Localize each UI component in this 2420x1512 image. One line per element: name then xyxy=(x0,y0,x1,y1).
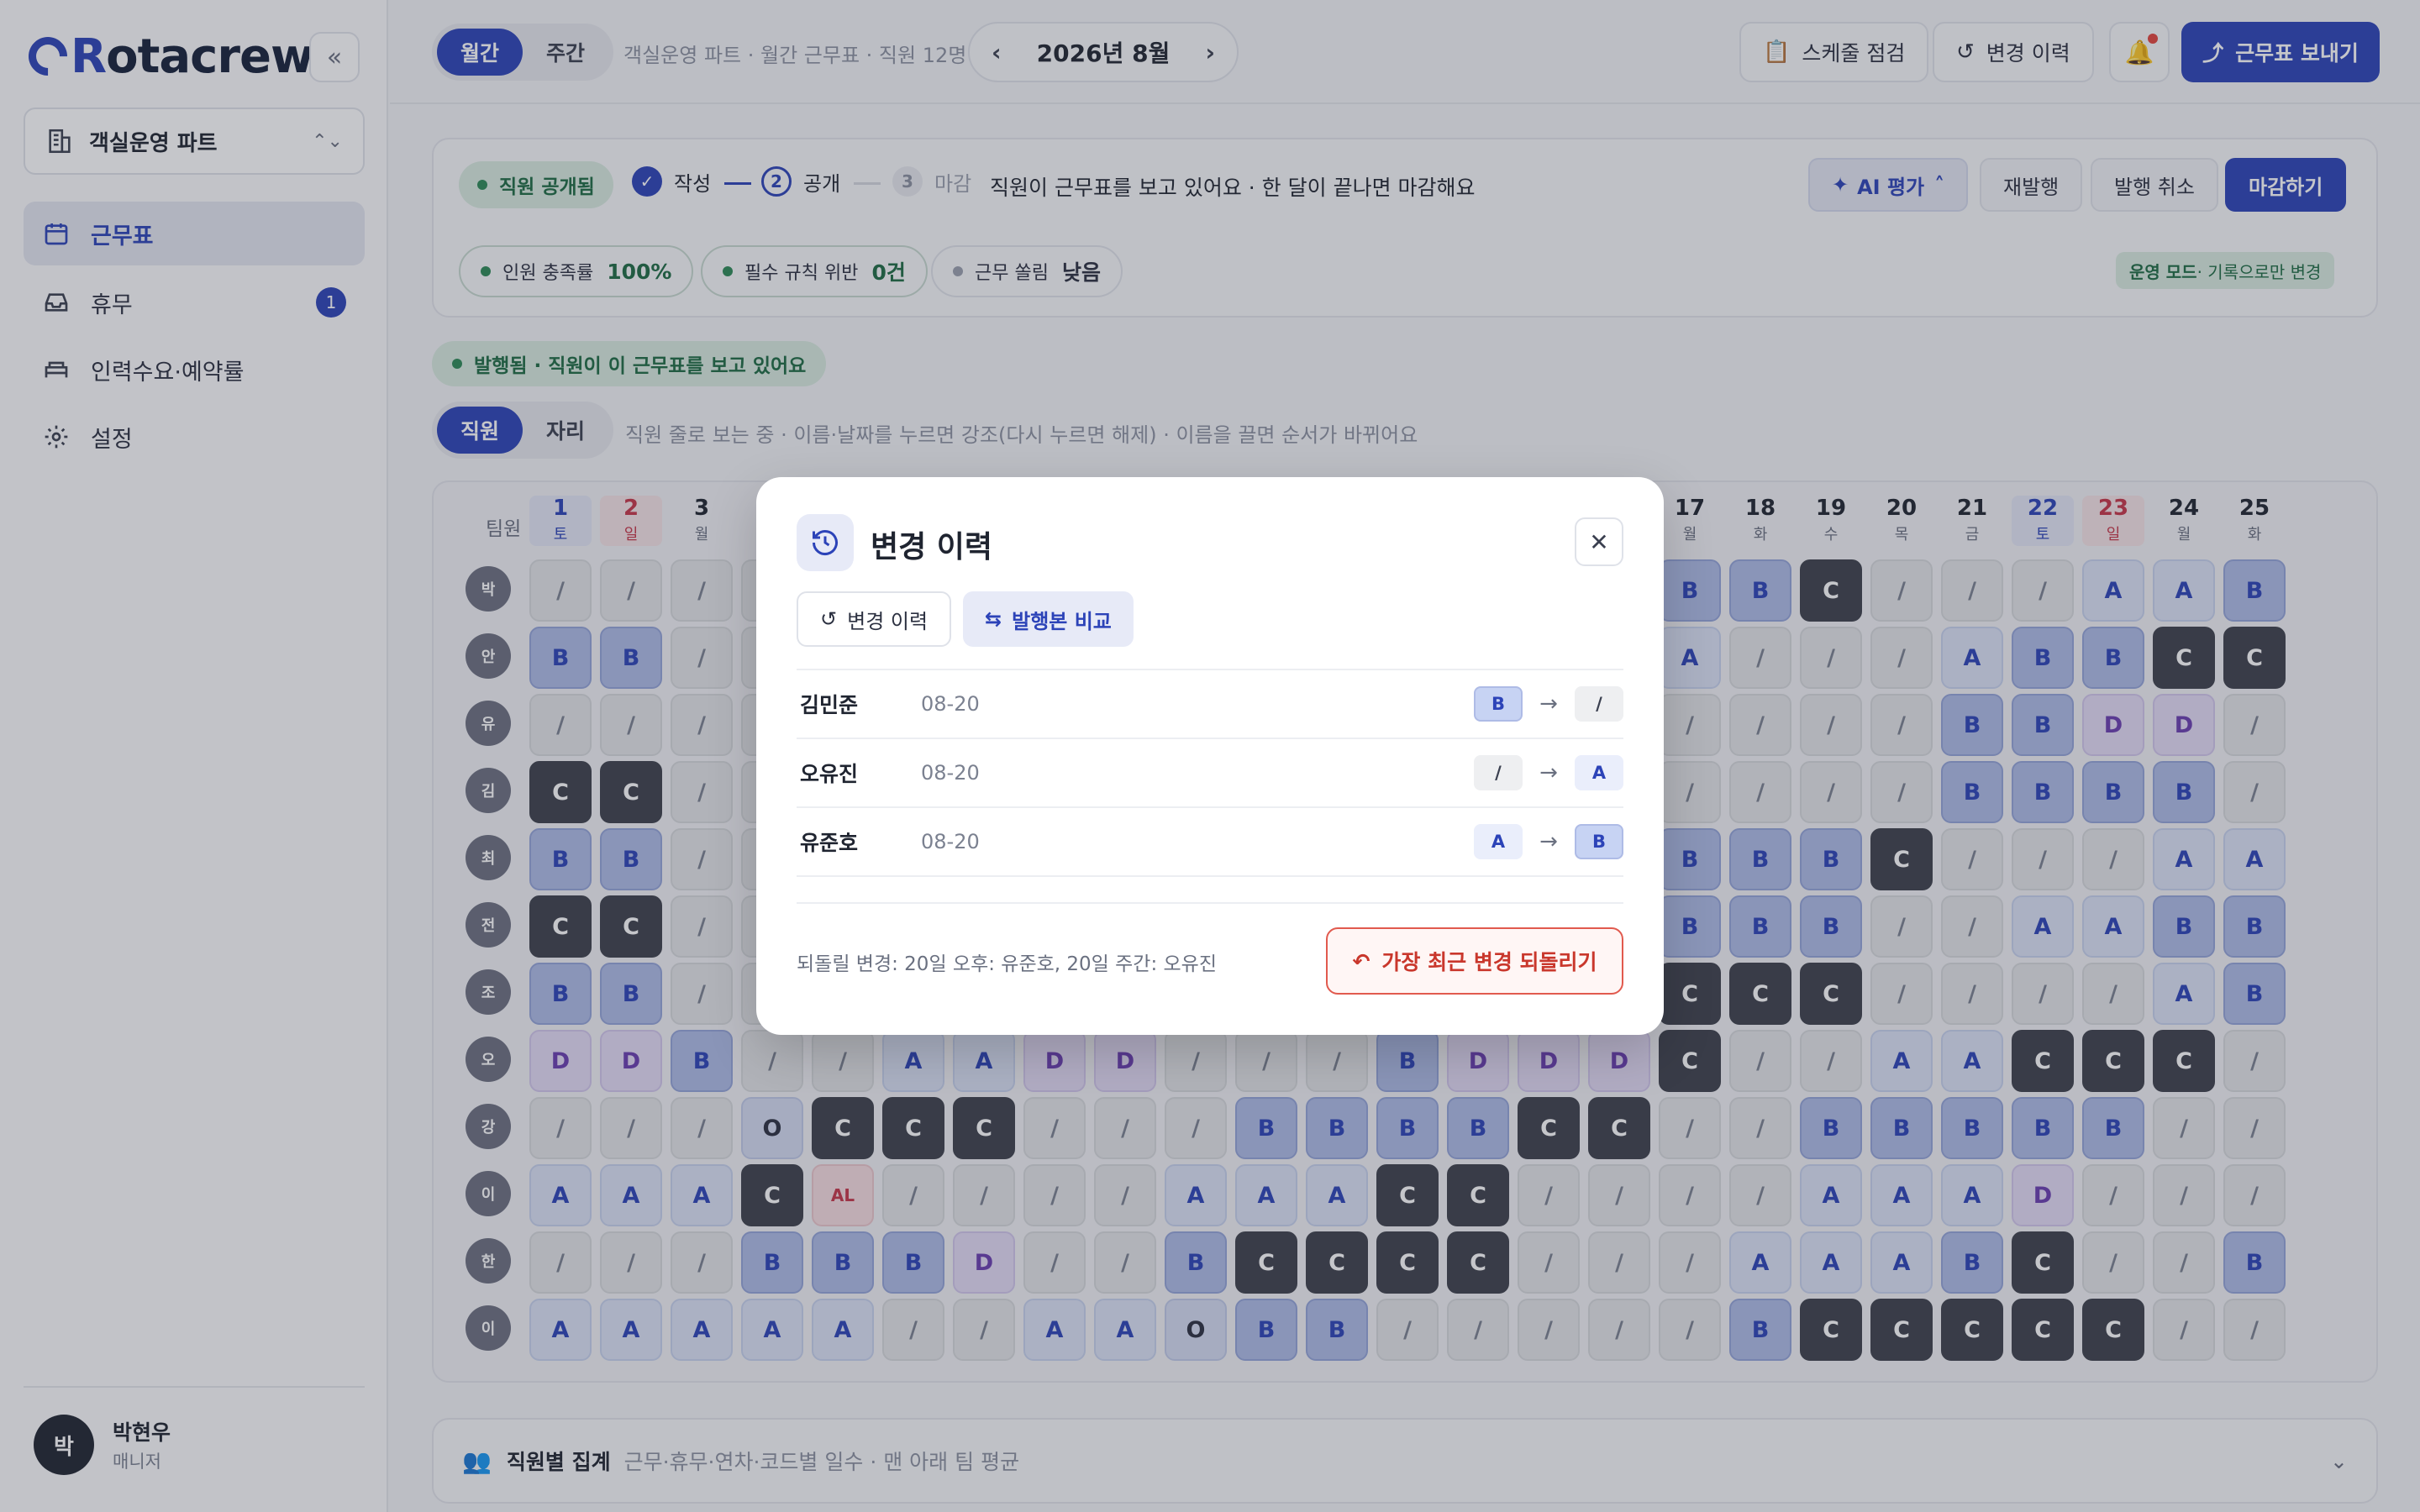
history-icon xyxy=(797,514,854,571)
history-row: 오유진 08-20 / → A xyxy=(797,738,1623,806)
change-date: 08-20 xyxy=(921,761,980,785)
history-row: 김민준 08-20 B → / xyxy=(797,669,1623,738)
modal-title: 변경 이력 xyxy=(871,530,993,564)
shift-chip: A xyxy=(1474,824,1523,859)
staff-name: 김민준 xyxy=(800,693,859,717)
history-row: 유준호 08-20 A → B xyxy=(797,806,1623,875)
divider xyxy=(797,902,1623,904)
history-icon: ↺ xyxy=(820,607,838,631)
staff-name: 오유진 xyxy=(800,762,859,786)
shift-chip: A xyxy=(1575,755,1623,790)
tab-change-history[interactable]: ↺ 변경 이력 xyxy=(797,591,952,647)
shift-chip: B xyxy=(1575,824,1623,859)
close-modal-button[interactable]: ✕ xyxy=(1575,517,1623,566)
change-date: 08-20 xyxy=(921,830,980,853)
divider xyxy=(797,875,1623,877)
arrow-right-icon: → xyxy=(1539,691,1558,717)
compare-icon: ⇆ xyxy=(985,607,1002,631)
shift-chip: B xyxy=(1474,686,1523,722)
undo-note: 되돌릴 변경: 20일 오후: 유준호, 20일 주간: 오유진 xyxy=(797,953,1217,975)
change-date: 08-20 xyxy=(921,692,980,716)
shift-chip: / xyxy=(1575,686,1623,722)
close-icon: ✕ xyxy=(1589,528,1609,556)
arrow-right-icon: → xyxy=(1539,760,1558,785)
staff-name: 유준호 xyxy=(800,831,859,855)
tab-compare-published[interactable]: ⇆ 발행본 비교 xyxy=(963,591,1134,647)
shift-chip: / xyxy=(1474,755,1523,790)
undo-icon: ↶ xyxy=(1352,948,1370,974)
undo-latest-button[interactable]: ↶ 가장 최근 변경 되돌리기 xyxy=(1326,927,1623,995)
change-history-modal: 변경 이력 ✕ ↺ 변경 이력 ⇆ 발행본 비교 김민준 08-20 B → / 오유진 08-… xyxy=(756,477,1664,1035)
arrow-right-icon: → xyxy=(1539,829,1558,854)
